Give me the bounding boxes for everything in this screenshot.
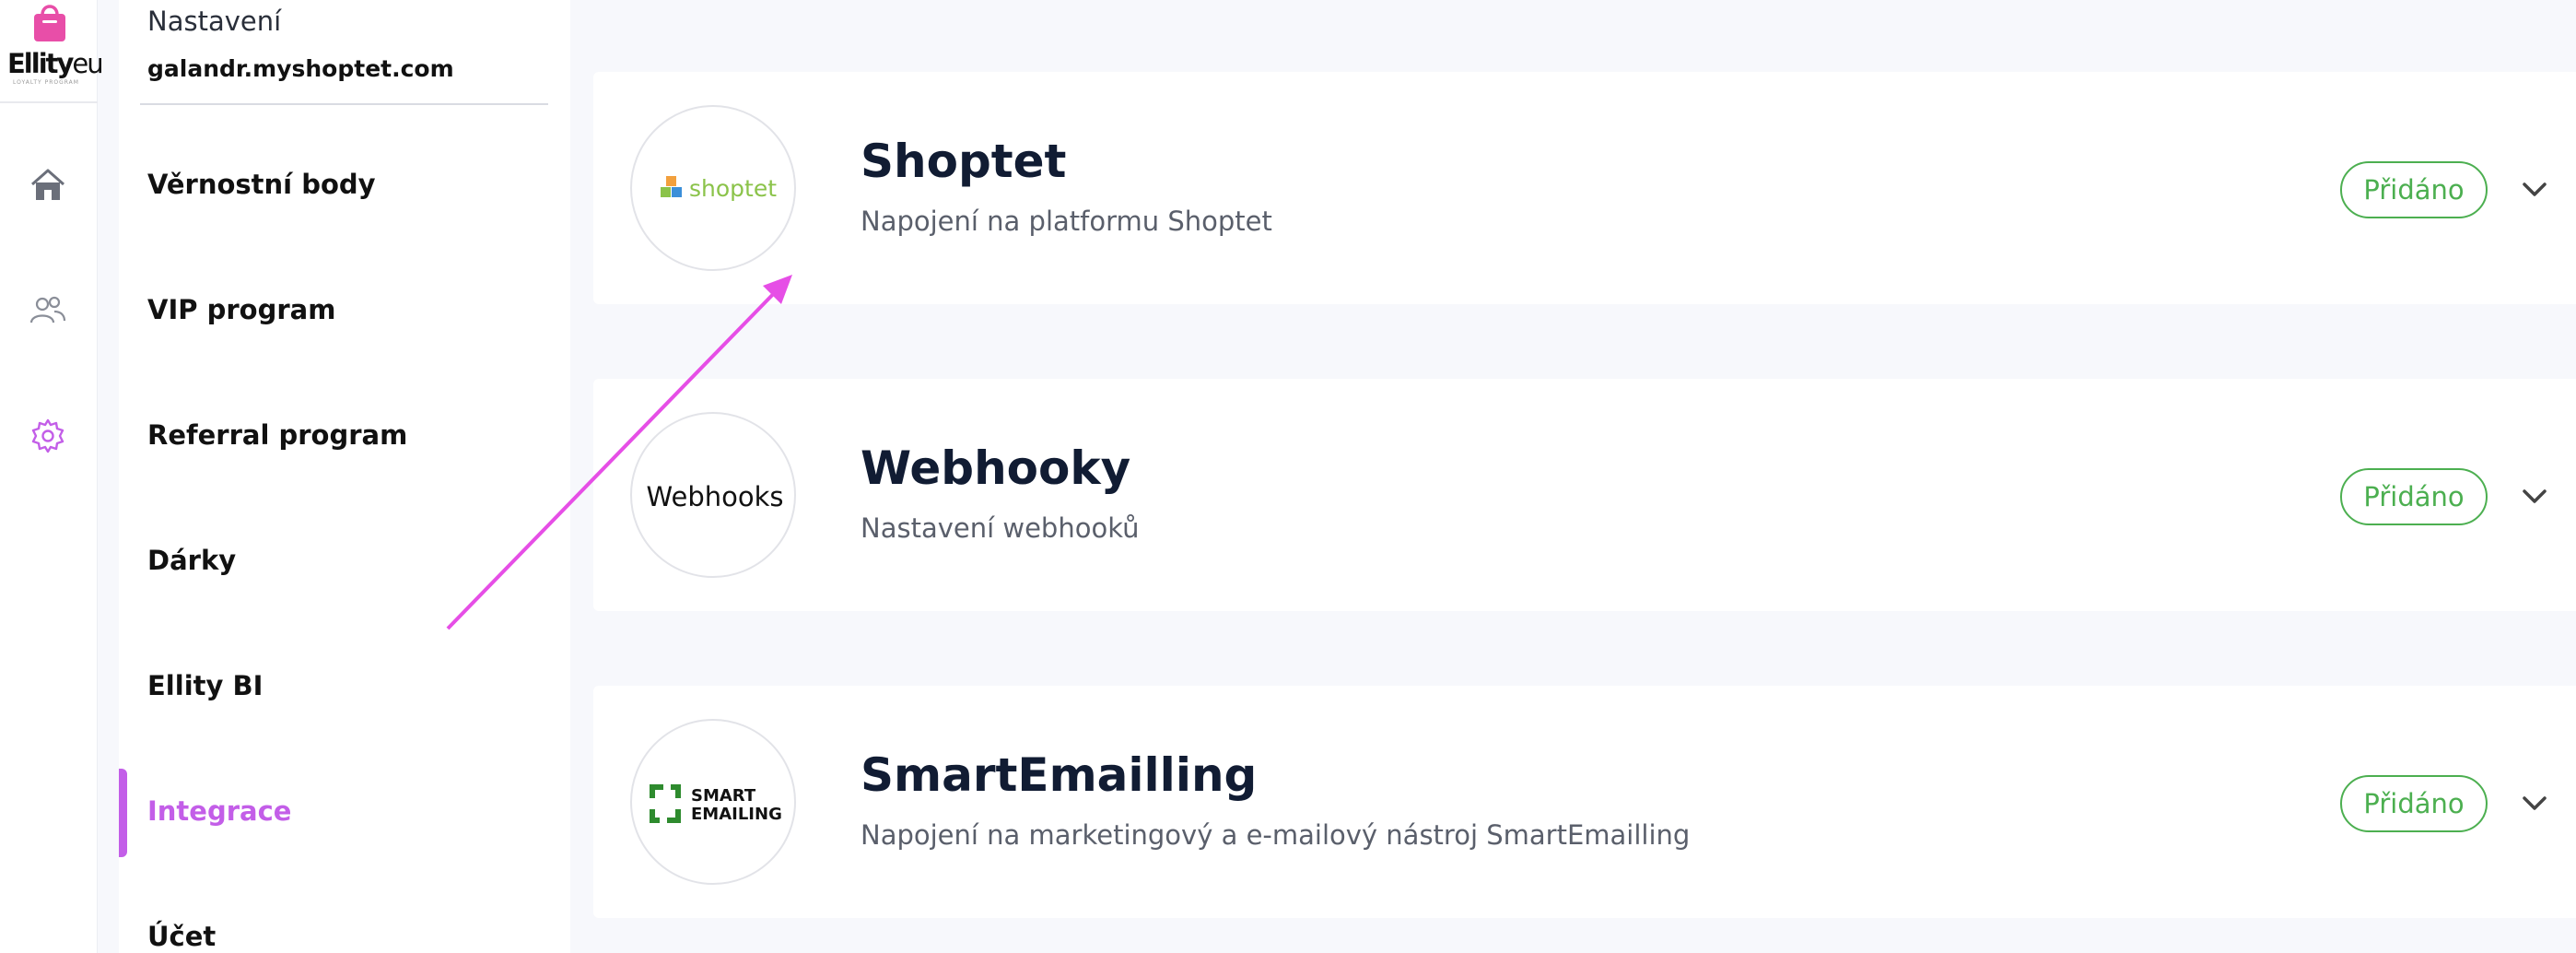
home-icon[interactable]: [29, 166, 67, 205]
sidebar-item-referral-program[interactable]: Referral program: [147, 419, 407, 451]
brand-tagline: LOYALTY PROGRAM: [13, 79, 79, 86]
sidebar-item-ellity-bi[interactable]: Ellity BI: [147, 670, 263, 701]
smartemailing-logo-text: SMART EMAILING: [691, 786, 782, 824]
brand-wordmark: Ellityeu: [7, 48, 104, 79]
shop-domain: galandr.myshoptet.com: [147, 55, 454, 82]
webhooks-logo: Webhooks: [630, 412, 796, 578]
integration-description: Napojení na platformu Shoptet: [861, 206, 1272, 237]
integration-card-shoptet[interactable]: shoptet Shoptet Napojení na platformu Sh…: [593, 72, 2576, 304]
active-indicator: [119, 769, 127, 857]
status-badge: Přidáno: [2340, 775, 2488, 832]
integration-description: Napojení na marketingový a e-mailový nás…: [861, 819, 1691, 851]
sidebar-title: Nastavení: [147, 6, 282, 37]
users-icon[interactable]: [29, 291, 67, 330]
chevron-down-icon[interactable]: [2519, 480, 2550, 512]
integration-title: Webhooky: [861, 441, 1131, 495]
shopping-bag-icon: [34, 5, 65, 41]
shoptet-logo: shoptet: [630, 105, 796, 271]
gear-icon[interactable]: [29, 417, 67, 455]
sidebar-item-loyalty-points[interactable]: Věrnostní body: [147, 169, 376, 200]
chevron-down-icon[interactable]: [2519, 173, 2550, 205]
status-badge: Přidáno: [2340, 161, 2488, 218]
integration-card-smartemailling[interactable]: SMART EMAILING SmartEmailling Napojení n…: [593, 686, 2576, 918]
integration-card-webhooky[interactable]: Webhooks Webhooky Nastavení webhooků Při…: [593, 379, 2576, 611]
chevron-down-icon[interactable]: [2519, 787, 2550, 818]
icon-rail: Ellityeu LOYALTY PROGRAM: [0, 0, 104, 953]
sidebar-item-vip-program[interactable]: VIP program: [147, 294, 335, 325]
sidebar-item-account[interactable]: Účet: [147, 921, 216, 952]
sidebar-divider: [140, 103, 548, 105]
smartemailing-logo: SMART EMAILING: [630, 719, 796, 885]
brand-logo[interactable]: Ellityeu LOYALTY PROGRAM: [0, 0, 104, 103]
status-badge: Přidáno: [2340, 468, 2488, 525]
integration-title: Shoptet: [861, 135, 1067, 188]
integration-description: Nastavení webhooků: [861, 512, 1140, 544]
shoptet-logo-text: shoptet: [689, 175, 778, 202]
integration-title: SmartEmailling: [861, 748, 1258, 802]
sidebar-item-gifts[interactable]: Dárky: [147, 545, 236, 576]
webhooks-logo-text: Webhooks: [646, 481, 784, 512]
settings-sidebar: Nastavení galandr.myshoptet.com Věrnostn…: [119, 0, 570, 953]
sidebar-item-integrations[interactable]: Integrace: [147, 795, 291, 827]
